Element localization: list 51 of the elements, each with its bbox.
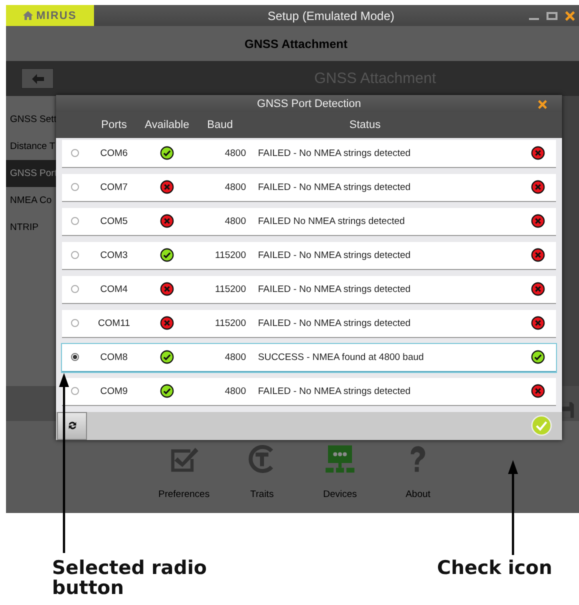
status-cell-text: FAILED No NMEA strings detected (257, 216, 406, 227)
baud-cell-text: 115200 (214, 250, 246, 261)
port-row[interactable]: COM11 115200 FAILED - No NMEA strings detected (62, 310, 556, 338)
port-cell-text: COM11 (96, 318, 132, 329)
port-cell-text: COM7 (99, 182, 129, 193)
header-title: GNSS Attachment (244, 36, 348, 50)
status-cell-text: FAILED - No NMEA strings detected (257, 250, 412, 261)
sidebar-item[interactable]: GNSS Port (6, 160, 56, 187)
home-button[interactable]: MIRUS (6, 5, 94, 26)
nav-item[interactable]: Preferences (156, 443, 212, 513)
nav-item[interactable]: Traits (234, 443, 290, 513)
status-cell-text: FAILED - No NMEA strings detected (257, 148, 412, 159)
nav-item[interactable]: About (390, 443, 446, 513)
sidebar-item[interactable]: NMEA Co (6, 187, 56, 214)
status-cell-text: FAILED - No NMEA strings detected (257, 318, 412, 329)
baud-cell-text: 115200 (214, 318, 246, 329)
port-row[interactable]: COM8 4800 SUCCESS - NMEA found at 4800 baud (62, 344, 556, 372)
nav-item[interactable]: Devices (312, 443, 368, 513)
port-row[interactable]: COM7 4800 FAILED - No NMEA strings detected (62, 174, 556, 202)
dialog-title: GNSS Port Detection (257, 98, 361, 110)
baud-cell-text: 4800 (224, 148, 246, 159)
port-cell-text: COM6 (99, 148, 129, 159)
status-cell-text: FAILED - No NMEA strings detected (257, 182, 412, 193)
port-cell-text: COM5 (99, 216, 129, 227)
port-cell-text: COM8 (99, 352, 129, 363)
baud-cell-text: 4800 (224, 216, 246, 227)
column-header: Ports (100, 118, 128, 131)
annotation-label: Check icon (437, 558, 552, 578)
baud-cell-text: 4800 (224, 386, 246, 397)
sidebar-item[interactable]: NTRIP (6, 214, 56, 241)
status-cell-text: FAILED - No NMEA strings detected (257, 284, 412, 295)
port-row[interactable]: COM9 4800 FAILED - No NMEA strings detected (62, 378, 556, 406)
port-row[interactable]: COM6 4800 FAILED - No NMEA strings detected (62, 140, 556, 168)
status-cell-text: FAILED - No NMEA strings detected (257, 386, 412, 397)
port-cell-text: COM3 (99, 250, 129, 261)
window-title: Setup (Emulated Mode) (266, 8, 396, 22)
annotation-label: Selected radio button (52, 558, 208, 598)
baud-cell-text: 4800 (224, 352, 246, 363)
port-row[interactable]: COM3 115200 FAILED - No NMEA strings detected (62, 242, 556, 270)
sidebar-item[interactable]: Distance T (6, 133, 56, 160)
baud-cell-text: 115200 (214, 284, 246, 295)
port-cell-text: COM4 (99, 284, 129, 295)
column-header: Available (144, 118, 190, 131)
baud-cell-text: 4800 (224, 182, 246, 193)
status-cell-text: SUCCESS - NMEA found at 4800 baud (257, 352, 425, 363)
column-header: Status (348, 118, 382, 131)
column-header: Baud (206, 118, 234, 131)
sidebar-item[interactable]: GNSS Sett (6, 106, 56, 133)
port-row[interactable]: COM4 115200 FAILED - No NMEA strings detected (62, 276, 556, 304)
port-cell-text: COM9 (99, 386, 129, 397)
port-row[interactable]: COM5 4800 FAILED No NMEA strings detected (62, 208, 556, 236)
